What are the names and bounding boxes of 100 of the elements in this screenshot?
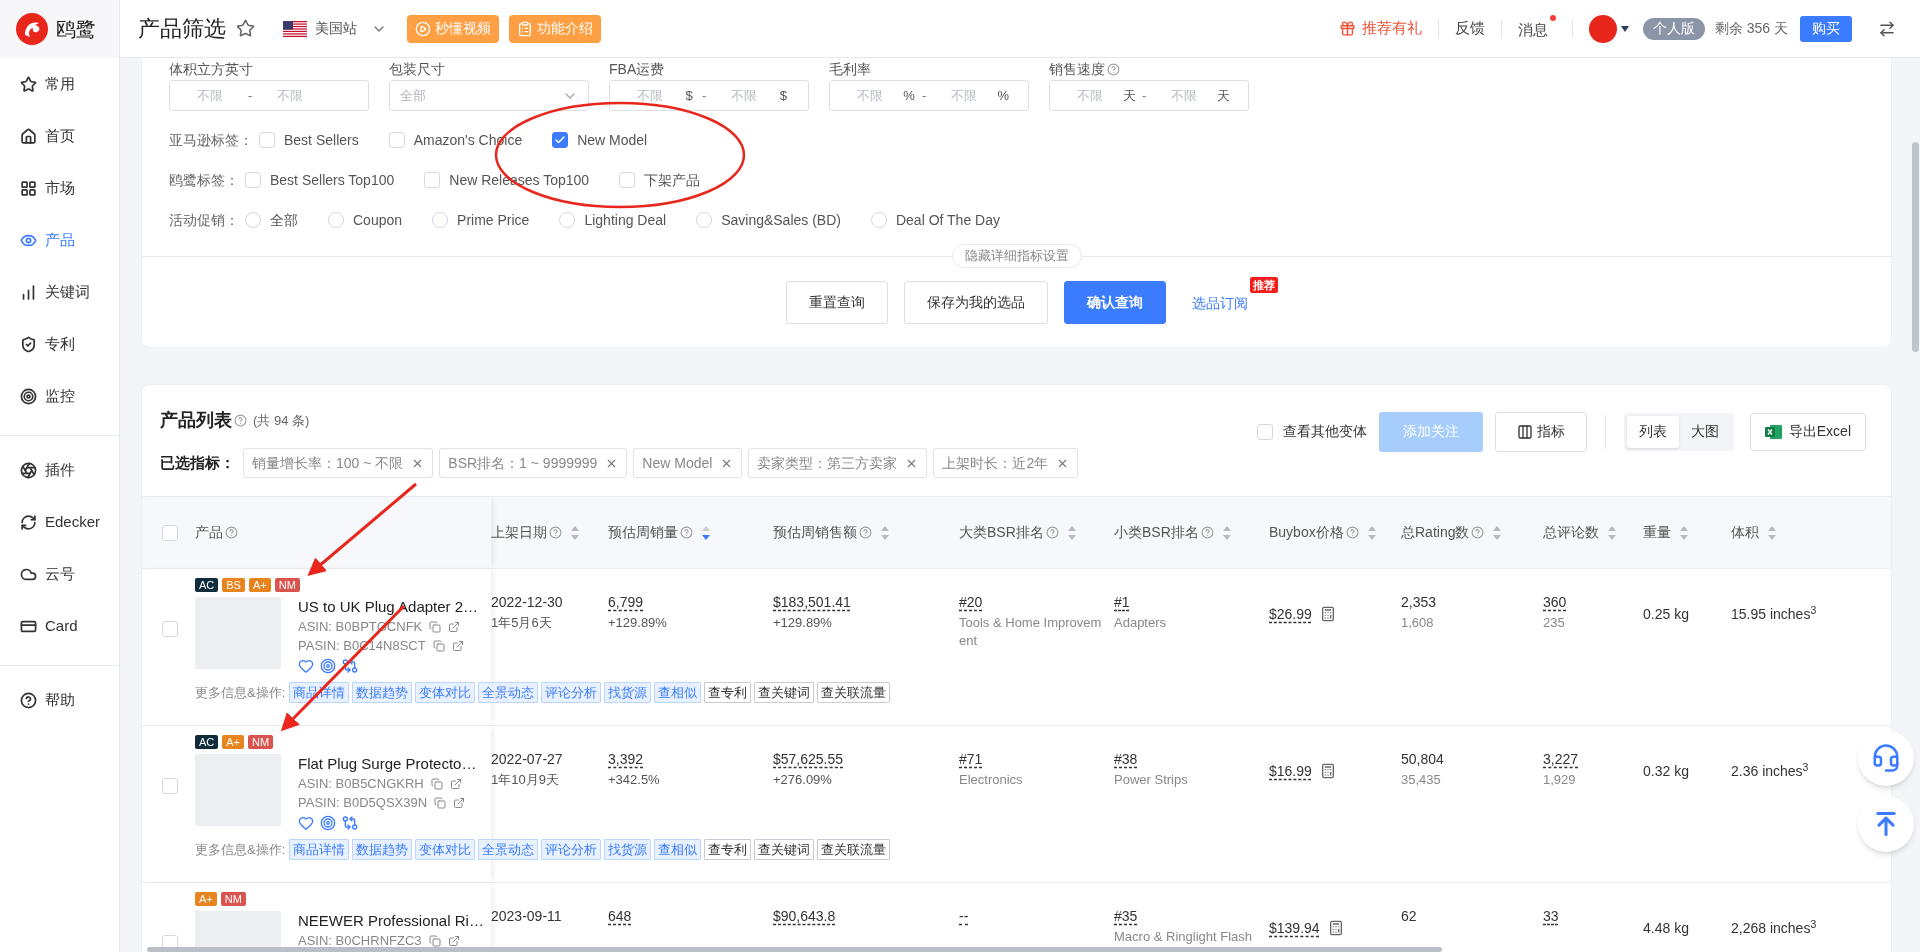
product-title[interactable]: US to UK Plug Adapter 2…: [298, 597, 479, 617]
action-tag[interactable]: 找货源: [604, 839, 652, 860]
sidebar-item[interactable]: 市场: [0, 162, 119, 214]
view-tab[interactable]: 大图: [1678, 415, 1731, 448]
max-input-field[interactable]: 不限: [932, 85, 997, 106]
filter-chip[interactable]: 上架时长：近2年: [933, 448, 1079, 478]
sort-icon[interactable]: [1366, 524, 1377, 541]
column-header[interactable]: 重量: [1643, 522, 1671, 543]
sidebar-item[interactable]: 专利: [0, 318, 119, 370]
column-header[interactable]: 上架日期: [491, 522, 547, 543]
vertical-scrollbar[interactable]: [1912, 142, 1919, 352]
sidebar-item[interactable]: 插件: [0, 444, 119, 496]
column-header[interactable]: 大类BSR排名: [959, 522, 1044, 543]
buy-button[interactable]: 购买: [1800, 15, 1852, 42]
min-input-field[interactable]: 不限: [618, 85, 682, 106]
external-link-icon[interactable]: [449, 778, 462, 790]
checkbox[interactable]: [552, 132, 569, 148]
min-input-field[interactable]: 不限: [1058, 85, 1122, 106]
sidebar-item[interactable]: 首页: [0, 110, 119, 162]
column-header[interactable]: 产品: [195, 522, 223, 543]
support-button[interactable]: [1858, 730, 1914, 786]
min-input-field[interactable]: 不限: [838, 85, 902, 106]
sidebar-item[interactable]: 常用: [0, 58, 119, 110]
sort-icon[interactable]: [1492, 524, 1503, 541]
action-tag[interactable]: 全景动态: [478, 839, 539, 860]
copy-icon[interactable]: [428, 935, 441, 947]
calculator-icon[interactable]: [1319, 763, 1336, 779]
max-input-field[interactable]: 不限: [712, 85, 777, 106]
action-tag[interactable]: 全景动态: [478, 682, 539, 703]
action-tag[interactable]: 数据趋势: [352, 839, 413, 860]
radio-button[interactable]: [696, 212, 713, 228]
action-tag[interactable]: 变体对比: [415, 682, 476, 703]
action-tag[interactable]: 评论分析: [541, 682, 602, 703]
compare-icon[interactable]: [342, 658, 358, 674]
sidebar-item[interactable]: 云号: [0, 548, 119, 600]
metrics-button[interactable]: 指标: [1494, 411, 1587, 452]
column-header[interactable]: 总评论数: [1543, 522, 1599, 543]
filter-chip[interactable]: BSR排名：1 ~ 9999999: [439, 448, 628, 478]
product-title[interactable]: NEEWER Professional Ri…: [298, 911, 484, 931]
sidebar-item[interactable]: 监控: [0, 370, 119, 422]
compare-icon[interactable]: [342, 815, 358, 831]
action-tag[interactable]: 评论分析: [541, 839, 602, 860]
sort-icon[interactable]: [1066, 524, 1077, 541]
action-tag[interactable]: 变体对比: [415, 839, 476, 860]
calculator-icon[interactable]: [1319, 606, 1336, 622]
sort-icon[interactable]: [1607, 524, 1617, 541]
referral-link[interactable]: 推荐有礼: [1338, 17, 1422, 40]
target-icon[interactable]: [320, 658, 336, 674]
calculator-icon[interactable]: [1327, 920, 1344, 936]
radio-button[interactable]: [432, 212, 449, 228]
column-header[interactable]: 总Rating数: [1401, 522, 1470, 543]
action-tag[interactable]: 找货源: [604, 682, 652, 703]
external-link-icon[interactable]: [451, 640, 464, 652]
sort-icon[interactable]: [701, 524, 711, 541]
query-button[interactable]: 保存为我的选品: [903, 281, 1048, 324]
action-tag[interactable]: 商品详情: [289, 839, 350, 860]
column-header[interactable]: Buybox价格: [1269, 522, 1344, 543]
min-input-field[interactable]: 不限: [178, 85, 242, 106]
sidebar-item[interactable]: Card: [0, 600, 119, 652]
max-input-field[interactable]: 不限: [258, 85, 323, 106]
external-link-icon[interactable]: [453, 797, 466, 809]
copy-icon[interactable]: [434, 797, 447, 809]
query-button[interactable]: 重置查询: [785, 281, 888, 324]
export-button[interactable]: 导出Excel: [1749, 412, 1866, 451]
sort-icon[interactable]: [1679, 524, 1689, 541]
feedback-link[interactable]: 反馈: [1454, 17, 1485, 40]
account-menu[interactable]: [1588, 14, 1629, 43]
filter-chip[interactable]: 销量增长率：100 ~ 不限: [243, 448, 434, 478]
external-link-icon[interactable]: [448, 621, 461, 633]
sidebar-item[interactable]: 关键词: [0, 266, 119, 318]
hide-settings-toggle[interactable]: 隐藏详细指标设置: [951, 244, 1082, 268]
switch-icon[interactable]: [1878, 19, 1896, 38]
radio-button[interactable]: [870, 212, 887, 228]
messages-link[interactable]: 消息: [1517, 15, 1556, 42]
sidebar-item[interactable]: 帮助: [0, 674, 119, 726]
action-tag[interactable]: 数据趋势: [352, 682, 413, 703]
subscribe-link[interactable]: 选品订阅: [1191, 292, 1248, 314]
horizontal-scrollbar[interactable]: [147, 947, 1442, 952]
target-icon[interactable]: [320, 815, 336, 831]
view-tab[interactable]: 列表: [1626, 415, 1679, 448]
sort-icon[interactable]: [1767, 524, 1777, 541]
radio-button[interactable]: [328, 212, 344, 228]
sort-icon[interactable]: [1221, 524, 1232, 541]
action-tag[interactable]: 查关联流量: [817, 682, 891, 703]
copy-icon[interactable]: [432, 640, 445, 652]
copy-icon[interactable]: [429, 621, 442, 633]
sidebar-item[interactable]: Edecker: [0, 496, 119, 548]
external-link-icon[interactable]: [447, 935, 460, 947]
filter-chip[interactable]: 卖家类型：第三方卖家: [748, 448, 928, 478]
column-header[interactable]: 预估周销量: [608, 522, 678, 543]
query-button[interactable]: 确认查询: [1063, 281, 1166, 324]
action-tag[interactable]: 查关联流量: [817, 839, 891, 860]
action-tag[interactable]: 查关键词: [754, 682, 815, 703]
copy-icon[interactable]: [430, 778, 443, 790]
action-tag[interactable]: 查关键词: [754, 839, 815, 860]
heart-icon[interactable]: [298, 815, 314, 831]
max-input-field[interactable]: 不限: [1152, 85, 1217, 106]
sort-icon[interactable]: [880, 524, 890, 541]
heart-icon[interactable]: [298, 658, 314, 674]
radio-button[interactable]: [559, 212, 576, 228]
